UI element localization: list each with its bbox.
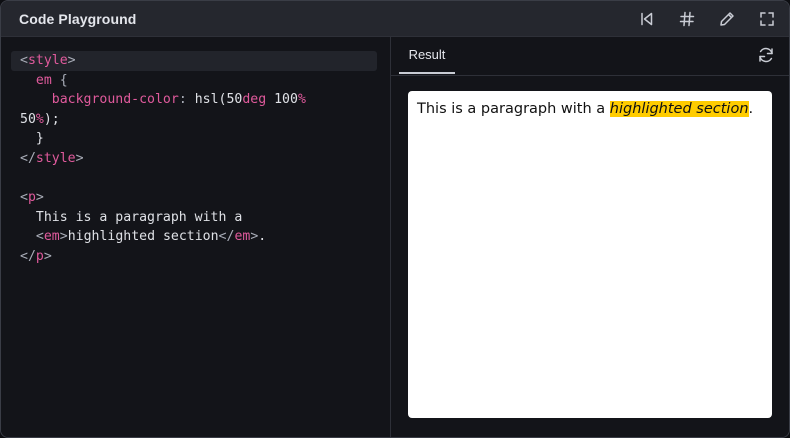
refresh-button[interactable] (757, 46, 775, 64)
fullscreen-button[interactable] (757, 9, 777, 29)
result-pane: Result This is a paragraph with a highli… (391, 37, 789, 437)
code-line: </style> (20, 150, 84, 166)
hash-button[interactable] (677, 9, 697, 29)
code-line: 50%); (20, 111, 60, 127)
reset-button[interactable] (637, 9, 657, 29)
code-line: <em>highlighted section</em>. (35, 229, 267, 245)
code-editor[interactable]: <style> em { background-color: hsl(50deg… (1, 37, 391, 437)
highlighted-section: highlighted section (609, 101, 749, 117)
code-line: } (20, 131, 44, 147)
paragraph-end: . (748, 101, 754, 117)
hash-icon (679, 11, 695, 27)
window-title: Code Playground (19, 11, 137, 27)
result-tabbar: Result (391, 37, 789, 76)
code-line: background-color: hsl(50deg 100% (51, 92, 306, 108)
code-content[interactable]: <style> em { background-color: hsl(50deg… (11, 51, 377, 267)
paragraph-text: This is a paragraph with a (417, 101, 610, 117)
code-line: This is a paragraph with a (20, 209, 243, 225)
refresh-icon (759, 47, 773, 63)
code-line: <style> (11, 51, 377, 71)
code-line: <p> (20, 190, 44, 206)
pencil-icon (720, 12, 734, 26)
code-line: </p> (20, 248, 52, 264)
preview-paragraph: This is a paragraph with a highlighted s… (417, 101, 753, 117)
code-line: em { (35, 72, 68, 88)
result-preview: This is a paragraph with a highlighted s… (408, 91, 772, 418)
edit-button[interactable] (717, 9, 737, 29)
title-bar: Code Playground (1, 1, 789, 37)
fullscreen-icon (760, 12, 774, 26)
tab-result[interactable]: Result (399, 37, 455, 74)
code-playground-window: Code Playground <style> em { background-… (0, 0, 790, 438)
reset-icon (641, 12, 653, 26)
